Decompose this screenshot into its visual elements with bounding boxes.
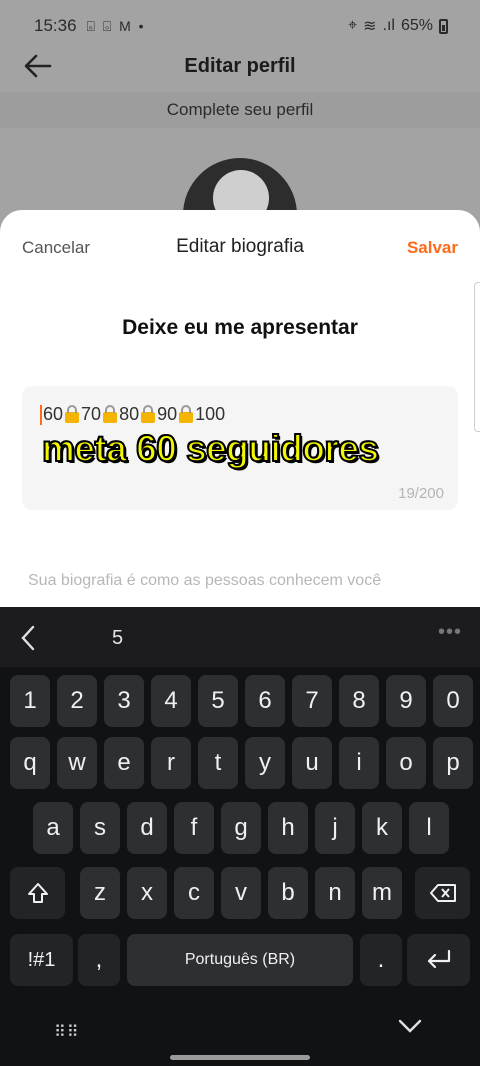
sheet-header: Cancelar Editar biografia Salvar <box>0 230 480 266</box>
symbols-key[interactable]: !#1 <box>10 934 73 986</box>
key-h[interactable]: h <box>268 802 308 854</box>
shift-icon <box>27 883 48 903</box>
bio-hint: Sua biografia é como as pessoas conhecem… <box>28 572 382 589</box>
key-o[interactable]: o <box>386 737 426 789</box>
space-key[interactable]: Português (BR) <box>127 934 353 986</box>
key-u[interactable]: u <box>292 737 332 789</box>
comma-key[interactable]: , <box>78 934 120 986</box>
page-title: Editar perfil <box>184 54 296 77</box>
key-l[interactable]: l <box>409 802 449 854</box>
key-i[interactable]: i <box>339 737 379 789</box>
signal-icon: .ıl <box>382 17 395 34</box>
key-0[interactable]: 0 <box>433 675 473 727</box>
bio-goal-90: 90 <box>157 404 178 424</box>
bio-goal-100: 100 <box>195 404 226 424</box>
key-y[interactable]: y <box>245 737 285 789</box>
save-button[interactable]: Salvar <box>407 238 458 258</box>
backspace-key[interactable] <box>415 867 470 919</box>
key-v[interactable]: v <box>221 867 261 919</box>
bio-goal-80: 80 <box>119 404 140 424</box>
battery-icon <box>439 18 448 34</box>
enter-icon <box>427 949 450 969</box>
key-n[interactable]: n <box>315 867 355 919</box>
key-t[interactable]: t <box>198 737 238 789</box>
key-x[interactable]: x <box>127 867 167 919</box>
navigation-bar: ⠿⠿ <box>0 998 480 1066</box>
key-z[interactable]: z <box>80 867 120 919</box>
edit-bio-sheet: Cancelar Editar biografia Salvar Deixe e… <box>0 210 480 610</box>
key-7[interactable]: 7 <box>292 675 332 727</box>
bio-goal-70: 70 <box>81 404 102 424</box>
key-d[interactable]: d <box>127 802 167 854</box>
enter-key[interactable] <box>407 934 470 986</box>
key-9[interactable]: 9 <box>386 675 426 727</box>
backspace-icon <box>429 884 456 902</box>
key-r[interactable]: r <box>151 737 191 789</box>
key-5[interactable]: 5 <box>198 675 238 727</box>
period-key[interactable]: . <box>360 934 402 986</box>
key-8[interactable]: 8 <box>339 675 379 727</box>
keyboard: 5 ••• 1234567890qwertyuiopasdfghjklzxcvb… <box>0 607 480 1066</box>
video-caption-overlay: meta 60 seguidores <box>41 427 380 470</box>
key-6[interactable]: 6 <box>245 675 285 727</box>
key-g[interactable]: g <box>221 802 261 854</box>
bio-text: 60 70 80 90 100 <box>40 404 225 425</box>
char-counter: 19/200 <box>398 485 444 502</box>
status-time: 15:36 <box>34 16 77 35</box>
chevron-left-icon[interactable] <box>20 625 36 651</box>
keyboard-switch-icon[interactable]: ⠿⠿ <box>54 1022 79 1042</box>
notification-icons: ⌻ ⌻ M • <box>86 17 146 34</box>
complete-profile-banner[interactable]: Complete seu perfil <box>0 92 480 128</box>
lock-icon <box>179 404 194 423</box>
key-q[interactable]: q <box>10 737 50 789</box>
key-2[interactable]: 2 <box>57 675 97 727</box>
key-e[interactable]: e <box>104 737 144 789</box>
key-j[interactable]: j <box>315 802 355 854</box>
suggestion-bar: 5 ••• <box>0 607 480 667</box>
key-s[interactable]: s <box>80 802 120 854</box>
location-icon: ⌖ <box>348 17 358 34</box>
home-indicator[interactable] <box>170 1055 310 1060</box>
text-caret <box>40 404 42 425</box>
key-f[interactable]: f <box>174 802 214 854</box>
battery-level: 65% <box>400 17 433 34</box>
shift-key[interactable] <box>10 867 65 919</box>
key-w[interactable]: w <box>57 737 97 789</box>
section-title: Deixe eu me apresentar <box>122 316 358 339</box>
lock-icon <box>103 404 118 423</box>
scroll-indicator <box>474 282 480 432</box>
key-m[interactable]: m <box>362 867 402 919</box>
profile-header: Editar perfil <box>0 40 480 92</box>
wifi-icon: ≋ <box>363 18 377 35</box>
bio-goal-60: 60 <box>43 404 64 424</box>
key-b[interactable]: b <box>268 867 308 919</box>
suggestion-word[interactable]: 5 <box>112 627 123 650</box>
key-k[interactable]: k <box>362 802 402 854</box>
key-4[interactable]: 4 <box>151 675 191 727</box>
lock-icon <box>65 404 80 423</box>
key-c[interactable]: c <box>174 867 214 919</box>
back-arrow-icon[interactable] <box>22 50 54 82</box>
key-3[interactable]: 3 <box>104 675 144 727</box>
key-1[interactable]: 1 <box>10 675 50 727</box>
key-p[interactable]: p <box>433 737 473 789</box>
more-icon[interactable]: ••• <box>438 621 462 644</box>
lock-icon <box>141 404 156 423</box>
chevron-down-icon[interactable] <box>398 1018 422 1034</box>
status-right: ⌖ ≋ .ıl 65% <box>348 16 448 36</box>
key-a[interactable]: a <box>33 802 73 854</box>
